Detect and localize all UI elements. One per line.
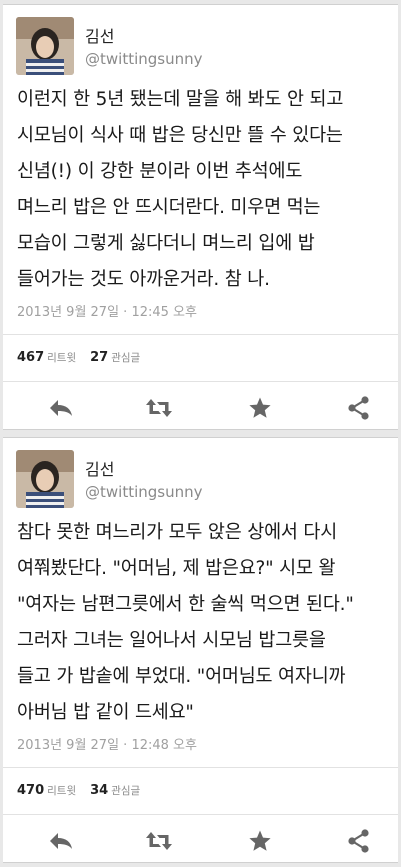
user-name[interactable]: 김선 [85,23,114,47]
favorite-button[interactable] [240,821,280,861]
user-handle[interactable]: @twittingsunny [85,483,203,501]
favorite-label: 관심글 [111,785,141,797]
tweet-timestamp: 2013년 9월 27일 · 12:48 오후 [17,738,197,753]
reply-button[interactable] [41,388,81,428]
avatar[interactable] [16,450,74,508]
tweet-text: 참다 못한 며느리가 모두 앉은 상에서 다시 여쭤봤단다. "어머님, 제 밥… [17,522,354,723]
favorite-count[interactable]: 27 [90,350,108,365]
tweet-card: 김선 @twittingsunny 이런지 한 5년 됐는데 말을 해 봐도 안… [3,4,398,430]
share-icon [348,829,369,853]
favorite-button[interactable] [240,388,280,428]
divider [3,381,398,382]
retweet-button[interactable] [139,388,179,428]
star-icon [249,397,271,418]
tweet-timestamp: 2013년 9월 27일 · 12:45 오후 [17,305,197,320]
divider [3,814,398,815]
retweet-count[interactable]: 467 [17,350,44,365]
reply-button[interactable] [41,821,81,861]
retweet-count[interactable]: 470 [17,783,44,798]
divider [3,767,398,768]
avatar[interactable] [16,17,74,75]
tweet-actions [3,388,398,428]
tweet-actions [3,821,398,861]
reply-icon [50,833,72,849]
user-name[interactable]: 김선 [85,456,114,480]
retweet-label: 리트윗 [47,785,77,797]
retweet-label: 리트윗 [47,352,77,364]
star-icon [249,830,271,851]
retweet-button[interactable] [139,821,179,861]
favorite-count[interactable]: 34 [90,783,108,798]
favorite-label: 관심글 [111,352,141,364]
divider [3,334,398,335]
retweet-icon [146,832,172,850]
share-icon [348,396,369,420]
tweet-text: 이런지 한 5년 됐는데 말을 해 봐도 안 되고 시모님이 식사 때 밥은 당… [17,89,344,290]
share-button[interactable] [339,821,379,861]
tweet-card: 김선 @twittingsunny 참다 못한 며느리가 모두 앉은 상에서 다… [3,437,398,863]
reply-icon [50,400,72,416]
user-handle[interactable]: @twittingsunny [85,50,203,68]
tweet-stats: 467 리트윗 27 관심글 [17,350,140,365]
share-button[interactable] [339,388,379,428]
tweet-stats: 470 리트윗 34 관심글 [17,783,140,798]
retweet-icon [146,399,172,417]
